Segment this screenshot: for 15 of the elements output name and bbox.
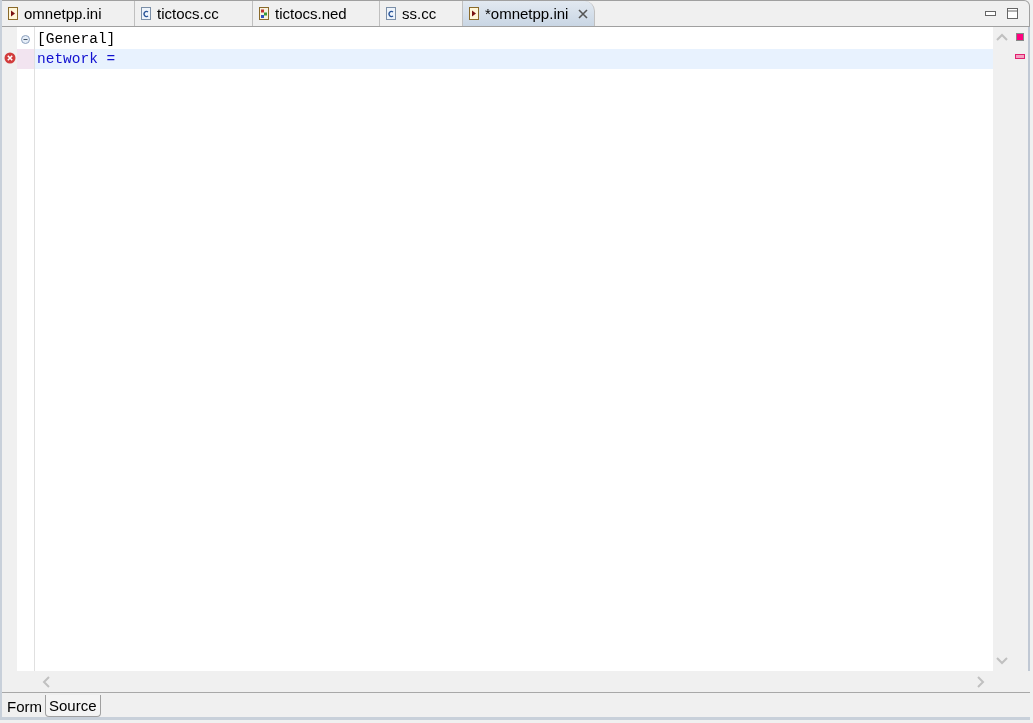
close-icon[interactable] (578, 8, 589, 19)
ini-file-icon (8, 7, 18, 20)
maximize-icon[interactable] (1006, 8, 1018, 19)
collapse-icon[interactable] (21, 34, 30, 44)
page-tab[interactable]: Source (45, 695, 101, 717)
section-header: [General] (36, 30, 117, 49)
editor-text-area[interactable]: [General] network = (35, 27, 993, 671)
error-summary-icon (1015, 33, 1024, 41)
ned-file-icon (259, 7, 269, 20)
ini-file-icon (469, 7, 479, 20)
c-file-icon (386, 7, 396, 20)
minimize-icon[interactable] (984, 11, 996, 16)
editor-tab[interactable]: *omnetpp.ini (463, 1, 596, 26)
c-file-icon (141, 7, 151, 20)
error-marker-icon (1014, 54, 1025, 59)
